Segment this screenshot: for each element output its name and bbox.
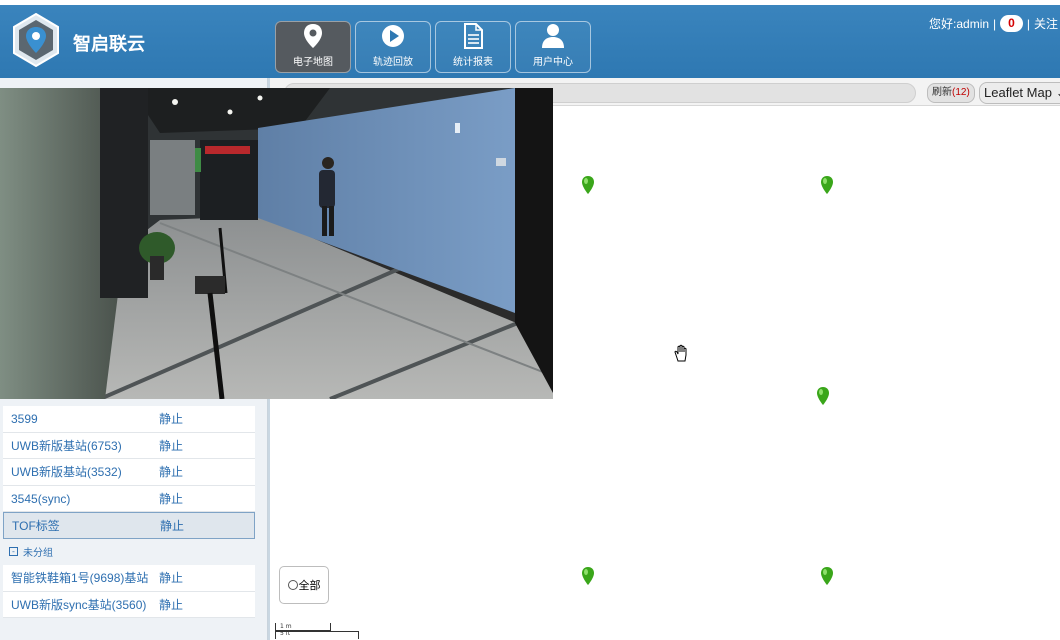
list-item[interactable]: UWB新版基站(6753) 静止 xyxy=(3,432,255,460)
list-item[interactable]: 智能铁鞋箱1号(9698)基站 静止 xyxy=(3,564,255,592)
show-all-toggle[interactable]: 全部 xyxy=(279,566,329,604)
device-list: 3599 静止 UWB新版基站(6753) 静止 UWB新版基站(3532) 静… xyxy=(3,406,255,619)
device-status: 静止 xyxy=(159,571,184,586)
map-type-select[interactable]: Leaflet Map ⌄ xyxy=(979,82,1060,104)
notification-badge[interactable]: 0 xyxy=(1000,15,1023,32)
separator: | xyxy=(993,16,997,31)
device-name: 3545(sync) xyxy=(11,491,71,506)
device-name: 智能铁鞋箱1号(9698)基站 xyxy=(11,571,149,586)
nav-label: 电子地图 xyxy=(293,57,333,68)
device-name: UWB新版基站(6753) xyxy=(11,438,122,453)
list-item[interactable]: UWB新版sync基站(3560) 静止 xyxy=(3,591,255,619)
group-label: 未分组 xyxy=(23,548,53,560)
device-name: UWB新版基站(3532) xyxy=(11,465,122,480)
show-all-label: 全部 xyxy=(298,579,321,592)
device-name: TOF标签 xyxy=(12,519,60,534)
nav-user-center[interactable]: 用户中心 xyxy=(515,21,591,73)
refresh-button[interactable]: 刷新(12) xyxy=(927,83,975,103)
list-item[interactable]: UWB新版基站(3532) 静止 xyxy=(3,459,255,486)
nav-statistics-report[interactable]: 统计报表 xyxy=(435,21,511,73)
follow-link[interactable]: 关注 xyxy=(1034,15,1058,32)
chevron-down-icon: ⌄ xyxy=(1056,85,1060,100)
nav-electronic-map[interactable]: 电子地图 xyxy=(275,21,351,73)
list-item-selected[interactable]: TOF标签 静止 xyxy=(3,512,255,539)
device-name: 3599 xyxy=(11,411,38,426)
nav-track-playback[interactable]: 轨迹回放 xyxy=(355,21,431,73)
refresh-label: 刷新 xyxy=(932,87,952,98)
camera-feed-overlay xyxy=(0,88,553,399)
refresh-count: (12) xyxy=(952,87,970,98)
play-icon xyxy=(382,25,404,47)
device-status: 静止 xyxy=(159,465,184,480)
map-marker-icon[interactable] xyxy=(820,176,834,194)
app-logo-icon xyxy=(13,13,59,67)
map-marker-icon[interactable] xyxy=(581,176,595,194)
radio-icon[interactable] xyxy=(287,580,298,590)
list-item[interactable]: 3545(sync) 静止 xyxy=(3,485,255,513)
greeting-text: 您好:admin xyxy=(929,17,990,31)
group-header-ungrouped[interactable]: - 未分组 xyxy=(3,538,255,565)
nav-label: 统计报表 xyxy=(453,57,493,68)
map-scale-bar: 1 m 5 ft xyxy=(275,614,359,639)
map-marker-icon[interactable] xyxy=(581,567,595,585)
scale-imperial-label: 5 ft xyxy=(280,630,291,637)
scale-metric-label: 1 m xyxy=(280,623,292,630)
map-marker-icon[interactable] xyxy=(820,567,834,585)
device-status: 静止 xyxy=(159,438,184,453)
user-bar: 您好:admin | 0 | 关注 xyxy=(929,15,1058,32)
device-status: 静止 xyxy=(159,492,184,507)
document-icon xyxy=(464,23,483,49)
camera-feed-image xyxy=(0,88,553,399)
brand-title: 智启联云 xyxy=(73,34,145,55)
hand-cursor-icon xyxy=(674,344,687,362)
collapse-icon[interactable]: - xyxy=(9,547,18,557)
map-type-value: Leaflet Map xyxy=(984,85,1052,100)
nav-label: 轨迹回放 xyxy=(373,57,413,68)
device-status: 静止 xyxy=(159,597,184,612)
map-marker-icon[interactable] xyxy=(816,387,830,405)
top-header: 智启联云 电子地图 轨迹回放 统计报表 用户中心 您好:admin | 0 | … xyxy=(0,5,1060,78)
nav-label: 用户中心 xyxy=(533,57,573,68)
list-item[interactable]: 3599 静止 xyxy=(3,406,255,433)
main-nav: 电子地图 轨迹回放 统计报表 用户中心 xyxy=(275,21,591,73)
device-status: 静止 xyxy=(159,412,184,427)
user-icon xyxy=(542,24,564,48)
device-name: UWB新版sync基站(3560) xyxy=(11,597,147,612)
device-status: 静止 xyxy=(160,519,185,534)
map-pin-icon xyxy=(304,24,322,48)
separator: | xyxy=(1026,16,1030,31)
